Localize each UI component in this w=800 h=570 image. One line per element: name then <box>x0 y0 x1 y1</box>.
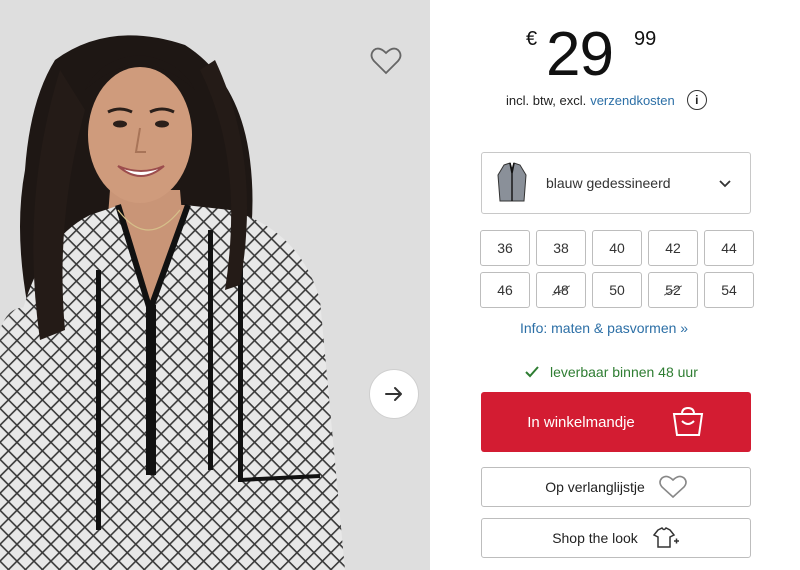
price-cents: 99 <box>634 28 657 50</box>
heart-icon <box>659 475 687 499</box>
size-option-54[interactable]: 54 <box>704 272 754 308</box>
size-option-42[interactable]: 42 <box>648 230 698 266</box>
size-info-link[interactable]: Info: maten & pasvormen » <box>520 320 688 336</box>
size-selector: 36 38 40 42 44 46 48 50 52 54 <box>480 230 754 308</box>
size-option-50[interactable]: 50 <box>592 272 642 308</box>
size-option-52[interactable]: 52 <box>648 272 698 308</box>
shopping-bag-icon <box>672 407 703 436</box>
add-to-wishlist-button[interactable]: Op verlanglijstje <box>481 467 751 507</box>
shipping-costs-link[interactable]: verzendkosten <box>590 93 675 108</box>
next-image-button[interactable] <box>369 369 419 419</box>
size-option-40[interactable]: 40 <box>592 230 642 266</box>
color-dropdown[interactable]: blauw gedessineerd <box>481 152 751 214</box>
shop-the-look-label: Shop the look <box>552 530 638 546</box>
add-to-cart-button[interactable]: In winkelmandje <box>481 392 751 452</box>
shop-the-look-button[interactable]: Shop the look <box>481 518 751 558</box>
size-option-48[interactable]: 48 <box>536 272 586 308</box>
model-illustration <box>0 0 430 570</box>
size-option-36[interactable]: 36 <box>480 230 530 266</box>
price-euros: 29 <box>546 20 614 89</box>
color-selected-label: blauw gedessineerd <box>546 175 671 191</box>
info-icon[interactable]: i <box>686 90 707 110</box>
arrow-right-icon <box>385 387 402 401</box>
delivery-text: leverbaar binnen 48 uur <box>550 364 698 380</box>
price-currency: € <box>526 28 538 50</box>
size-option-38[interactable]: 38 <box>536 230 586 266</box>
wishlist-label: Op verlanglijstje <box>545 479 645 495</box>
check-icon <box>525 366 539 378</box>
product-image[interactable] <box>0 0 430 570</box>
chevron-down-icon <box>719 180 731 188</box>
size-option-46[interactable]: 46 <box>480 272 530 308</box>
vat-text: incl. btw, excl. <box>506 92 587 108</box>
favorite-heart-icon[interactable] <box>370 46 402 76</box>
product-details-panel: € 29 99 incl. btw, excl. verzendkosten i… <box>430 0 800 570</box>
shirt-plus-icon <box>652 527 679 548</box>
size-option-44[interactable]: 44 <box>704 230 754 266</box>
add-to-cart-label: In winkelmandje <box>527 413 635 431</box>
delivery-status: leverbaar binnen 48 uur <box>524 364 698 380</box>
vat-note: incl. btw, excl. verzendkosten i <box>506 90 707 110</box>
blouse-swatch-icon <box>497 162 527 202</box>
